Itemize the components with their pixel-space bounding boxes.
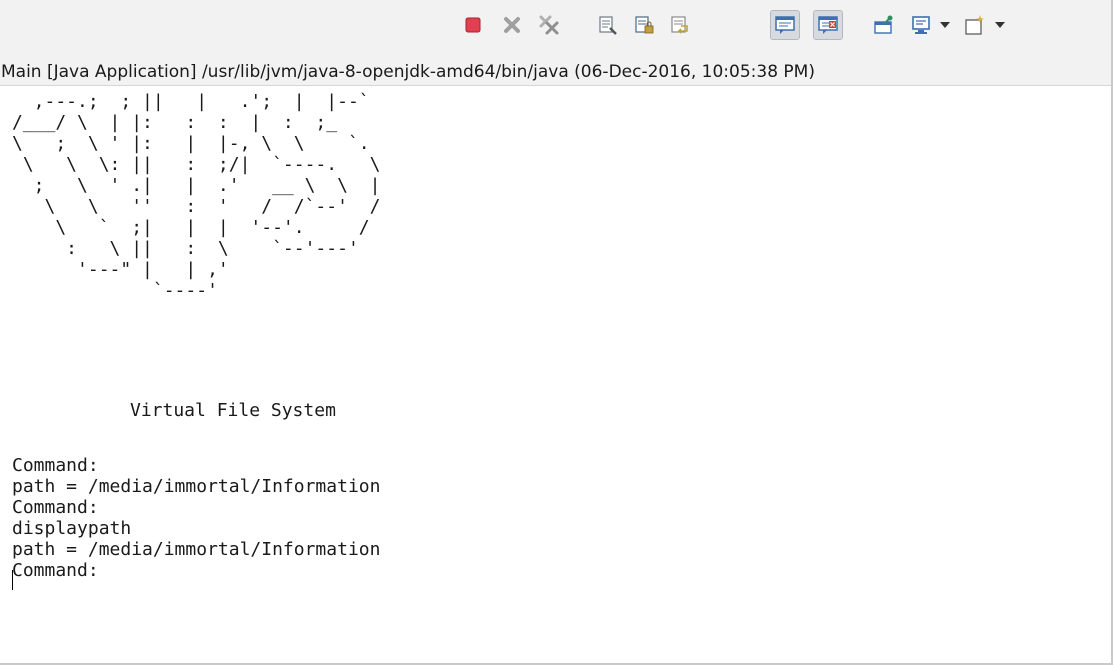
console-view: Main [Java Application] /usr/lib/jvm/jav… <box>0 0 1113 665</box>
show-on-stderr-icon <box>818 16 838 34</box>
display-console-dropdown-icon[interactable] <box>940 22 950 28</box>
open-console-button[interactable] <box>959 10 989 40</box>
scroll-lock-button[interactable] <box>629 10 659 40</box>
console-line: path = /media/immortal/Information <box>12 539 381 560</box>
pin-console-icon <box>874 15 893 34</box>
console-line: Command: <box>12 560 99 581</box>
console-line: Command: <box>12 455 99 476</box>
console-toolbar <box>0 0 1111 58</box>
text-caret <box>12 570 13 590</box>
clear-console-icon <box>599 16 617 35</box>
terminate-icon <box>465 17 481 33</box>
console-line: displaypath <box>12 518 132 539</box>
open-console-dropdown-icon[interactable] <box>995 22 1005 28</box>
word-wrap-button[interactable] <box>665 10 695 40</box>
console-title: Main [Java Application] /usr/lib/jvm/jav… <box>0 58 1111 86</box>
remove-launch-icon <box>504 17 520 33</box>
display-console-button[interactable] <box>906 10 936 40</box>
console-line: Command: <box>12 497 99 518</box>
console-line: path = /media/immortal/Information <box>12 476 381 497</box>
pin-console-button[interactable] <box>868 10 898 40</box>
show-on-stdout-icon <box>775 16 795 34</box>
console-lines: Command: path = /media/immortal/Informat… <box>12 455 380 581</box>
clear-console-button[interactable] <box>593 10 623 40</box>
show-on-stdout-button[interactable] <box>770 10 800 40</box>
console-output[interactable]: ,---.; ; || | .'; | |--` /___/ \ | |: : … <box>0 87 1111 663</box>
word-wrap-icon <box>671 16 688 34</box>
show-on-stderr-button[interactable] <box>813 10 843 40</box>
banner-text: Virtual File System <box>130 400 336 421</box>
ascii-art-logo: ,---.; ; || | .'; | |--` /___/ \ | |: : … <box>12 91 381 301</box>
remove-all-terminated-icon <box>539 15 559 35</box>
scroll-lock-icon <box>635 16 654 34</box>
remove-all-terminated-button[interactable] <box>534 10 564 40</box>
display-console-icon <box>912 16 930 34</box>
terminate-button[interactable] <box>458 10 488 40</box>
open-console-icon <box>965 15 984 35</box>
remove-launch-button[interactable] <box>497 10 527 40</box>
